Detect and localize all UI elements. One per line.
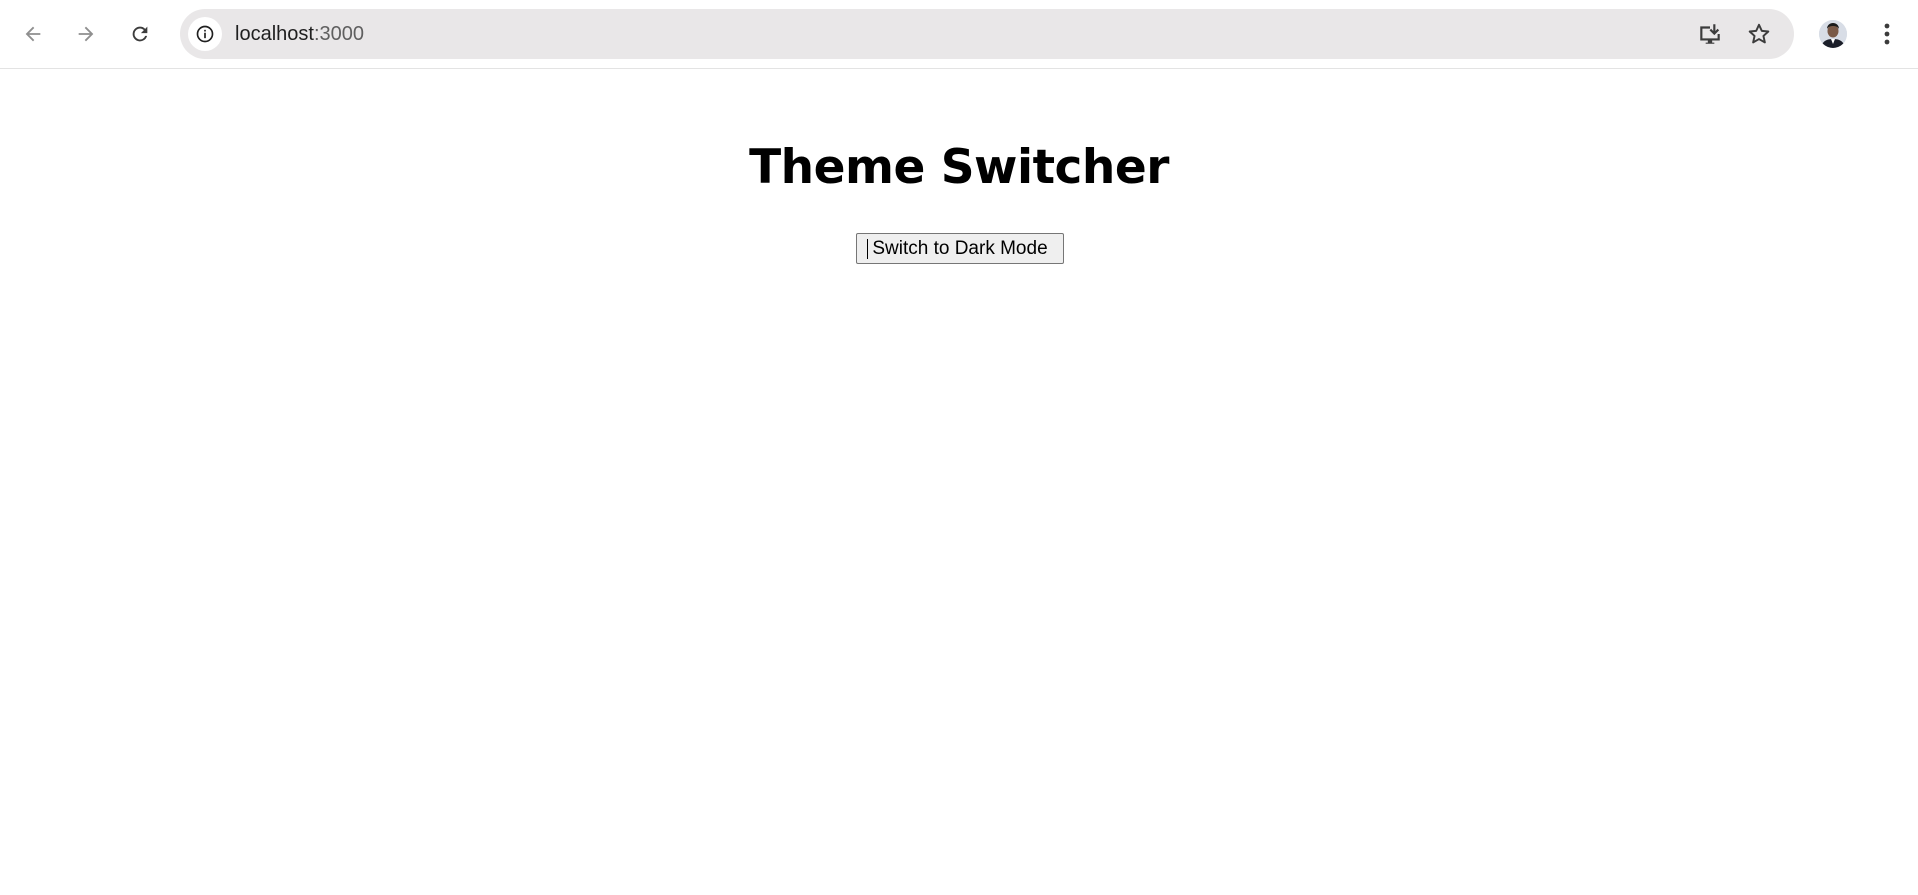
- reload-button[interactable]: [121, 15, 159, 53]
- page-title: Theme Switcher: [749, 140, 1169, 195]
- kebab-menu-icon: [1884, 23, 1890, 45]
- arrow-left-icon: [25, 26, 41, 42]
- forward-button[interactable]: [67, 15, 105, 53]
- url-text[interactable]: localhost:3000: [235, 22, 364, 46]
- avatar[interactable]: [1819, 20, 1847, 48]
- browser-menu-button[interactable]: [1871, 18, 1903, 50]
- install-app-button[interactable]: [1694, 18, 1726, 50]
- star-icon: [1748, 23, 1770, 44]
- info-icon: [196, 25, 214, 43]
- reload-icon: [132, 26, 148, 42]
- bookmark-button[interactable]: [1743, 18, 1775, 50]
- url-host: localhost: [235, 23, 314, 45]
- back-button[interactable]: [14, 15, 52, 53]
- site-info-button[interactable]: [188, 17, 222, 51]
- browser-toolbar: localhost:3000: [0, 0, 1918, 69]
- address-bar[interactable]: localhost:3000: [180, 9, 1794, 59]
- profile-avatar-icon: [1819, 20, 1847, 48]
- theme-toggle-button[interactable]: Switch to Dark Mode: [856, 233, 1064, 264]
- text-cursor: [867, 239, 868, 259]
- arrow-right-icon: [78, 26, 94, 42]
- page-content: Theme Switcher Switch to Dark Mode: [0, 69, 1918, 895]
- install-app-icon: [1700, 24, 1720, 44]
- url-port: :3000: [313, 23, 364, 45]
